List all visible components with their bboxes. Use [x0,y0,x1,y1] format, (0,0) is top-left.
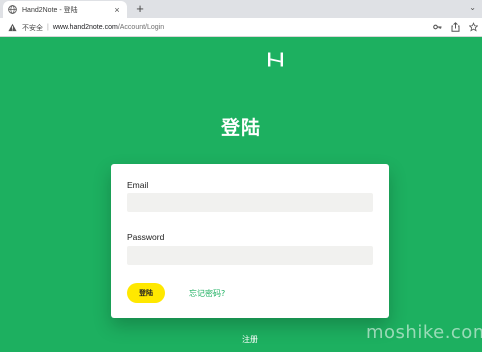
tab-title: Hand2Note - 登陆 [22,6,78,14]
password-label: Password [127,232,165,242]
warning-icon[interactable] [8,23,17,32]
address-bar-actions [433,22,478,32]
password-field[interactable] [127,246,373,265]
email-field[interactable] [127,193,373,212]
new-tab-button[interactable]: + [133,2,147,16]
security-status-label[interactable]: 不安全 [22,23,43,33]
url-host: www.hand2note.com [52,24,118,31]
address-bar: 不安全 | www.hand2note.com/Account/Login [0,18,482,37]
browser-tab-bar: Hand2Note - 登陆 × + ⌄ [0,0,482,18]
login-form-card: Email Password 登陆 忘记密码? [111,164,389,318]
page-title: 登陆 [220,118,261,139]
close-tab-icon[interactable]: × [112,5,122,15]
globe-icon [8,5,17,14]
url-path: /Account/Login [117,24,165,31]
key-icon[interactable] [433,22,442,32]
email-label: Email [127,180,149,190]
star-icon[interactable] [469,22,478,32]
forgot-password-link[interactable]: 忘记密码? [189,288,225,299]
url-separator: | [47,24,49,31]
share-icon[interactable] [451,22,460,32]
tab-search-icon[interactable]: ⌄ [469,3,476,12]
login-button[interactable]: 登陆 [127,283,165,303]
url-omnibox[interactable]: 不安全 | www.hand2note.com/Account/Login [8,20,428,35]
browser-tab[interactable]: Hand2Note - 登陆 × [3,1,127,18]
hand2note-logo-icon [267,51,284,68]
watermark-text: moshike.com [366,322,482,343]
